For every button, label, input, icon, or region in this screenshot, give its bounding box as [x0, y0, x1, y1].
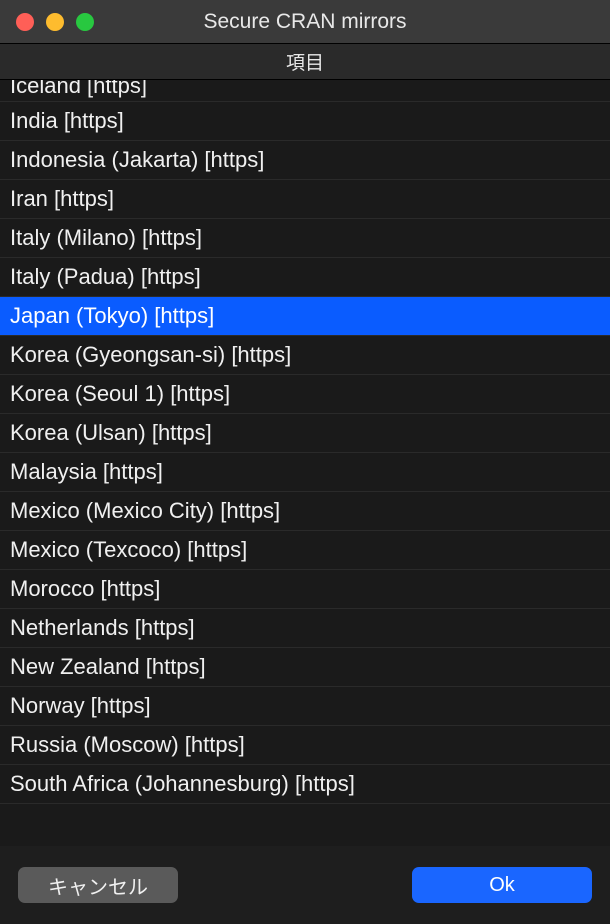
ok-button-label: Ok: [489, 874, 515, 897]
list-item[interactable]: New Zealand [https]: [0, 648, 610, 687]
list-item-label: Italy (Milano) [https]: [10, 225, 202, 251]
mirror-list[interactable]: Iceland [https] India [https] Indonesia (J…: [0, 80, 610, 846]
list-item[interactable]: India [https]: [0, 102, 610, 141]
list-item[interactable]: Malaysia [https]: [0, 453, 610, 492]
list-item[interactable]: Italy (Padua) [https]: [0, 258, 610, 297]
list-item[interactable]: Korea (Gyeongsan-si) [https]: [0, 336, 610, 375]
ok-button[interactable]: Ok: [412, 867, 592, 903]
list-item-label: Malaysia [https]: [10, 459, 163, 485]
list-header-label: 項目: [286, 48, 324, 75]
list-item-label: India [https]: [10, 108, 124, 134]
list-item-label: Russia (Moscow) [https]: [10, 732, 245, 758]
list-item-label: Mexico (Texcoco) [https]: [10, 537, 247, 563]
list-item-label: Korea (Ulsan) [https]: [10, 420, 212, 446]
list-item[interactable]: Korea (Ulsan) [https]: [0, 414, 610, 453]
list-item-label: Norway [https]: [10, 693, 151, 719]
list-item-label: Indonesia (Jakarta) [https]: [10, 147, 264, 173]
window-controls: [0, 13, 94, 31]
list-item-label: South Africa (Johannesburg) [https]: [10, 771, 355, 797]
list-item-label: Iran [https]: [10, 186, 114, 212]
list-header: 項目: [0, 44, 610, 80]
list-item[interactable]: Netherlands [https]: [0, 609, 610, 648]
list-item[interactable]: Korea (Seoul 1) [https]: [0, 375, 610, 414]
list-item-label: Morocco [https]: [10, 576, 160, 602]
list-item-label: Korea (Seoul 1) [https]: [10, 381, 230, 407]
list-item-label: Italy (Padua) [https]: [10, 264, 201, 290]
list-item[interactable]: Iceland [https]: [0, 80, 610, 102]
cancel-button-label: キャンセル: [48, 871, 148, 900]
list-item[interactable]: Morocco [https]: [0, 570, 610, 609]
list-item[interactable]: Mexico (Mexico City) [https]: [0, 492, 610, 531]
list-item[interactable]: Italy (Milano) [https]: [0, 219, 610, 258]
list-item-label: Netherlands [https]: [10, 615, 195, 641]
list-item[interactable]: Norway [https]: [0, 687, 610, 726]
button-bar: キャンセル Ok: [0, 846, 610, 924]
list-item-label: New Zealand [https]: [10, 654, 206, 680]
list-item[interactable]: Russia (Moscow) [https]: [0, 726, 610, 765]
list-item[interactable]: Mexico (Texcoco) [https]: [0, 531, 610, 570]
close-icon[interactable]: [16, 13, 34, 31]
window-titlebar: Secure CRAN mirrors: [0, 0, 610, 44]
minimize-icon[interactable]: [46, 13, 64, 31]
list-item[interactable]: South Africa (Johannesburg) [https]: [0, 765, 610, 804]
list-item[interactable]: Japan (Tokyo) [https]: [0, 297, 610, 336]
list-item-label: Iceland [https]: [10, 80, 147, 99]
maximize-icon[interactable]: [76, 13, 94, 31]
cancel-button[interactable]: キャンセル: [18, 867, 178, 903]
list-item-label: Japan (Tokyo) [https]: [10, 303, 214, 329]
list-item-label: Mexico (Mexico City) [https]: [10, 498, 280, 524]
list-item-label: Korea (Gyeongsan-si) [https]: [10, 342, 291, 368]
list-item[interactable]: Iran [https]: [0, 180, 610, 219]
list-item[interactable]: Indonesia (Jakarta) [https]: [0, 141, 610, 180]
